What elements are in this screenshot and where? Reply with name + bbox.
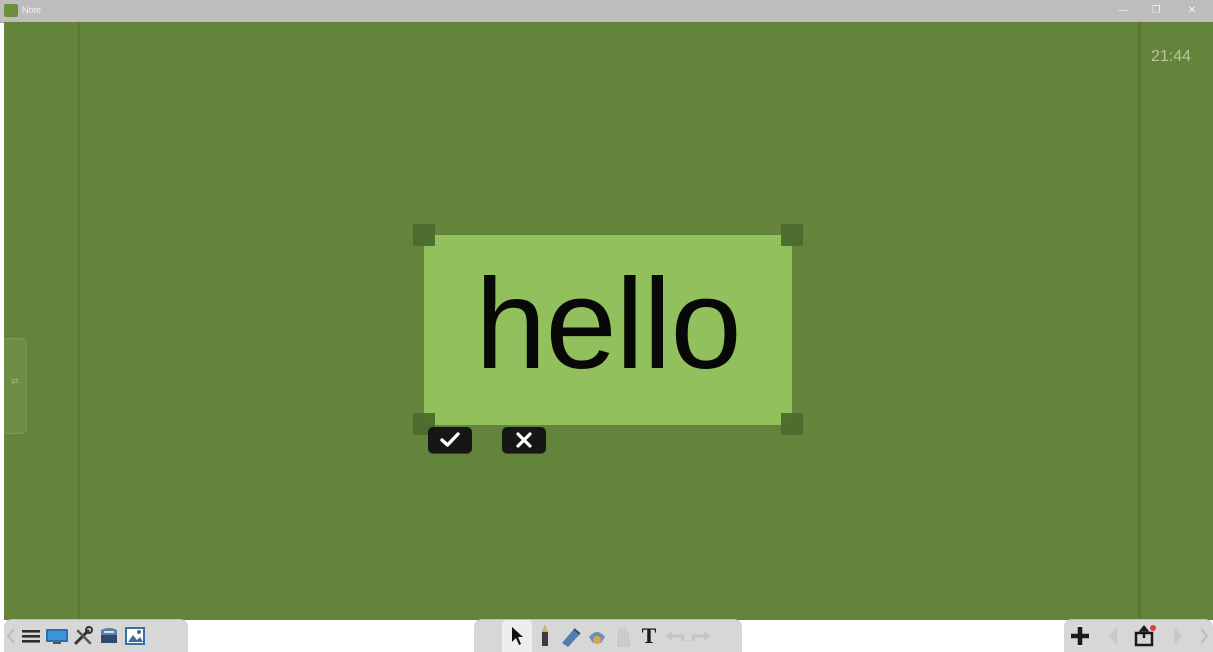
select-tool[interactable] xyxy=(502,620,532,652)
hand-icon[interactable] xyxy=(610,623,636,649)
screen-icon[interactable] xyxy=(44,623,70,649)
collapse-arrow-icon[interactable] xyxy=(4,623,18,649)
minimize-button[interactable]: — xyxy=(1111,3,1135,19)
right-toolbar xyxy=(1064,619,1213,652)
resize-handle-top-left[interactable] xyxy=(413,224,435,246)
resize-handle-top-right[interactable] xyxy=(781,224,803,246)
text-object-content: hello xyxy=(475,253,741,396)
center-toolbar: T xyxy=(474,619,742,652)
next-page-icon[interactable] xyxy=(1165,623,1191,649)
side-panel-handle[interactable]: ⇄ xyxy=(4,338,27,434)
export-icon[interactable] xyxy=(1132,623,1158,649)
close-icon xyxy=(516,432,532,448)
right-margin-guide xyxy=(1138,22,1141,620)
image-icon[interactable] xyxy=(122,623,148,649)
left-toolbar xyxy=(4,619,188,652)
side-panel-handle-label: ⇄ xyxy=(11,377,19,387)
folder-icon[interactable] xyxy=(96,623,122,649)
maximize-button[interactable]: ❐ xyxy=(1144,3,1168,19)
select-icon xyxy=(512,627,523,645)
check-icon xyxy=(440,432,460,447)
tools-icon[interactable] xyxy=(70,623,96,649)
title-bar: Note — ❐ ✕ xyxy=(0,0,1213,23)
add-page-icon[interactable] xyxy=(1067,623,1093,649)
whiteboard-canvas[interactable]: 21:44 ⇄ hello xyxy=(4,22,1213,620)
text-object[interactable]: hello xyxy=(424,235,792,425)
confirm-button[interactable] xyxy=(428,427,472,453)
prev-page-icon[interactable] xyxy=(1100,623,1126,649)
pen-icon[interactable] xyxy=(532,623,558,649)
eraser-icon[interactable] xyxy=(584,623,610,649)
menu-icon[interactable] xyxy=(18,623,44,649)
resize-handle-bottom-right[interactable] xyxy=(781,413,803,435)
expand-arrow-icon[interactable] xyxy=(1198,623,1210,649)
window-title: Note xyxy=(22,5,42,15)
highlighter-icon[interactable] xyxy=(558,623,584,649)
redo-icon[interactable] xyxy=(688,623,714,649)
clock-display: 21:44 xyxy=(1150,48,1191,65)
text-tool[interactable]: T xyxy=(636,623,662,649)
undo-icon[interactable] xyxy=(662,623,688,649)
text-icon: T xyxy=(641,623,657,648)
app-logo-icon xyxy=(4,4,18,17)
left-margin-guide xyxy=(78,22,80,620)
close-window-button[interactable]: ✕ xyxy=(1180,3,1204,19)
cancel-button[interactable] xyxy=(502,427,546,453)
